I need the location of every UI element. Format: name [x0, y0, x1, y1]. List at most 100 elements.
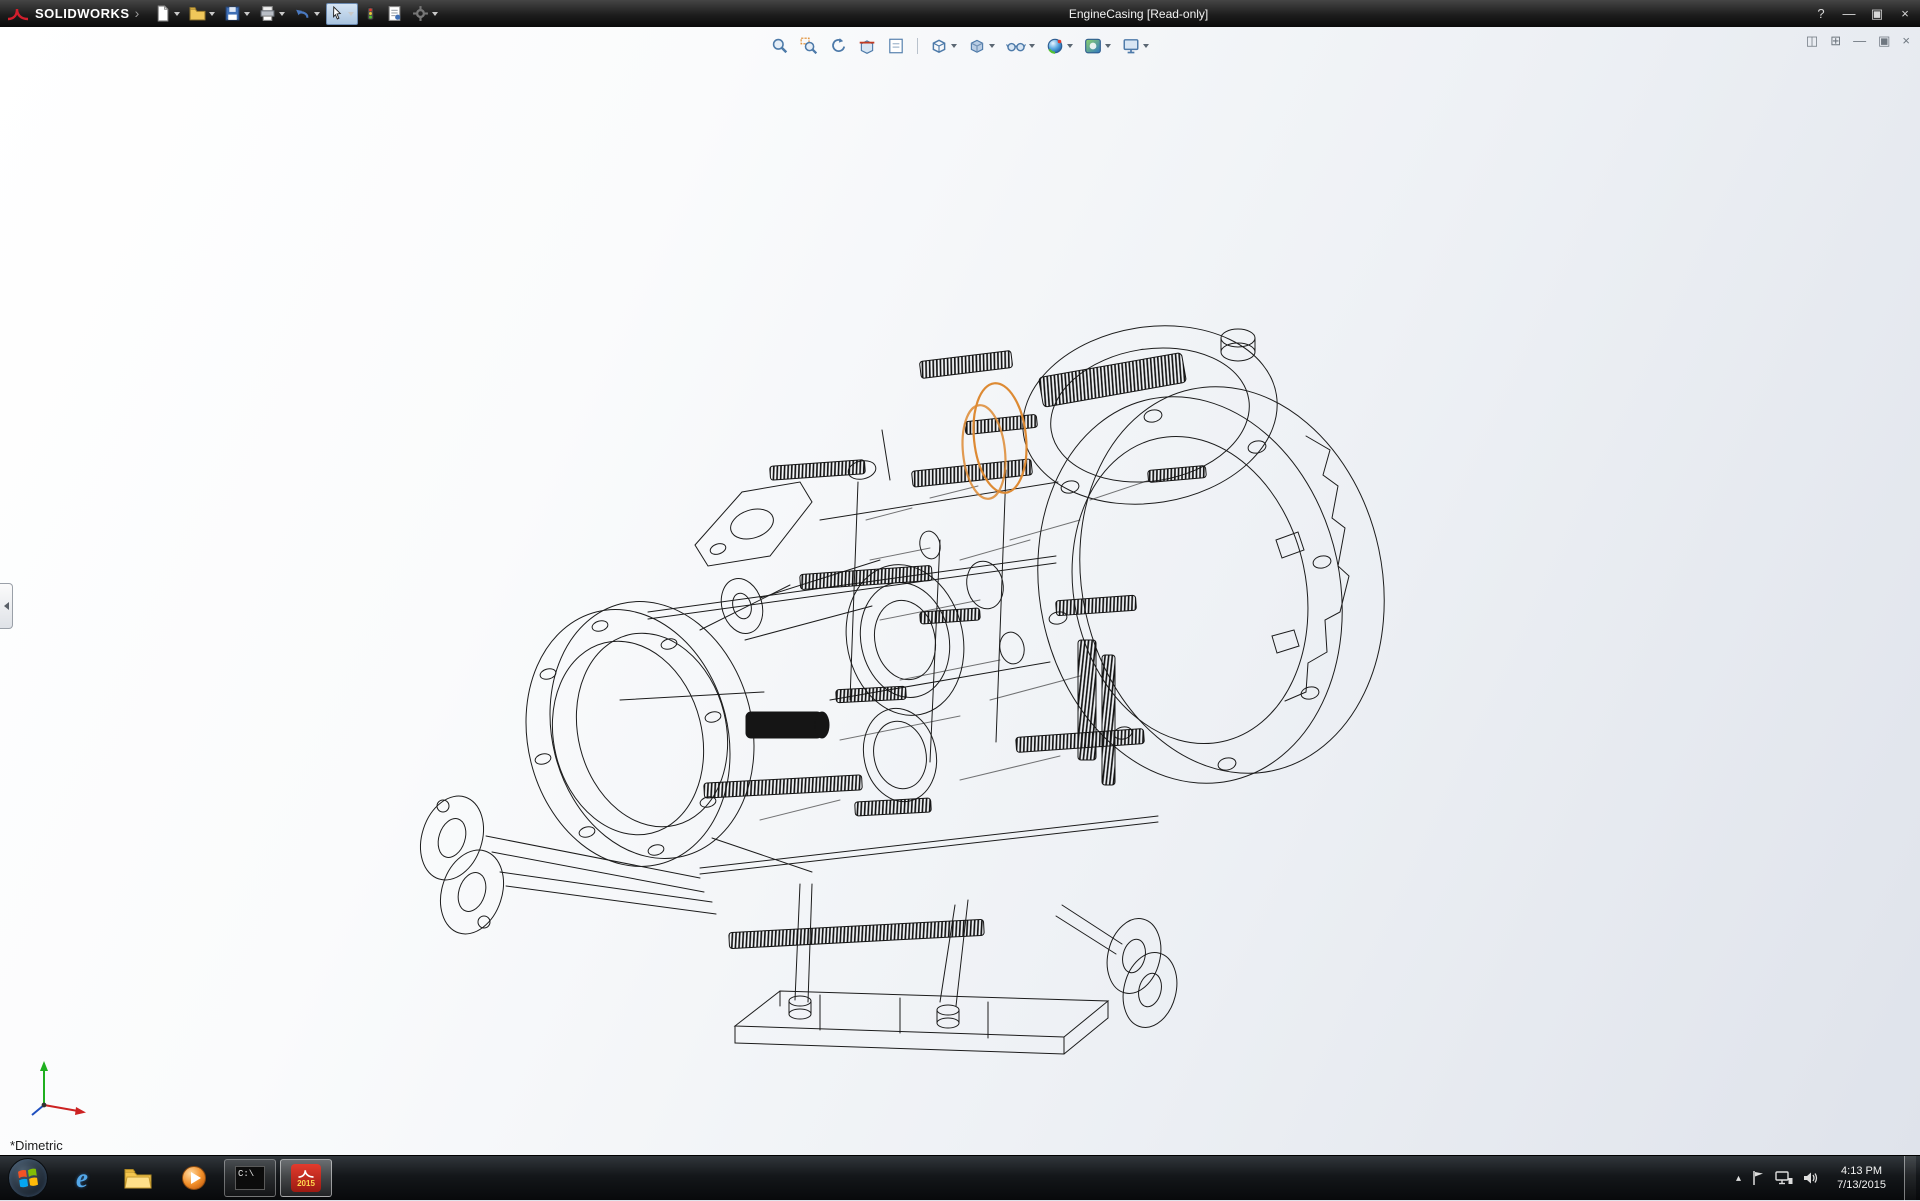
dropdown-arrow-icon[interactable] — [279, 12, 285, 16]
close-document-button[interactable]: × — [1902, 33, 1910, 49]
help-button[interactable]: ? — [1812, 0, 1830, 27]
taskbar-app-windows-explorer[interactable] — [112, 1159, 164, 1197]
engine-casing-wireframe-model[interactable] — [0, 27, 1920, 1155]
logo-chevron-icon: › — [135, 5, 140, 21]
new-button[interactable] — [151, 3, 183, 25]
mounting-base — [735, 991, 1108, 1054]
options-button[interactable] — [409, 3, 441, 25]
file-properties-icon — [386, 5, 403, 22]
dynamic-annotation-views-button[interactable] — [885, 35, 907, 57]
close-window-button[interactable]: × — [1896, 0, 1914, 27]
network-icon[interactable] — [1775, 1170, 1793, 1186]
solidworks-version-badge: 2015 — [297, 1180, 315, 1188]
taskbar-app-command-prompt[interactable]: C:\ — [224, 1159, 276, 1197]
section-view-icon — [858, 37, 876, 55]
document-title: EngineCasing [Read-only] — [1069, 7, 1208, 21]
previous-view-icon — [829, 37, 847, 55]
window-controls: ? — ▣ × — [1812, 0, 1914, 27]
main-body — [620, 430, 1158, 1006]
open-folder-icon — [189, 5, 206, 22]
app-logo: SOLIDWORKS › — [0, 0, 151, 27]
dropdown-arrow-icon[interactable] — [432, 12, 438, 16]
rebuild-traffic-light-icon — [364, 5, 377, 22]
taskbar-clock[interactable]: 4:13 PM 7/13/2015 — [1829, 1164, 1894, 1192]
print-button[interactable] — [256, 3, 288, 25]
dropdown-arrow-icon[interactable] — [348, 12, 354, 16]
minimize-document-button[interactable]: — — [1853, 33, 1866, 49]
dropdown-arrow-icon[interactable] — [244, 12, 250, 16]
rebuild-button[interactable] — [361, 3, 380, 25]
dropdown-arrow-icon[interactable] — [1105, 44, 1111, 48]
command-prompt-icon: C:\ — [235, 1166, 265, 1190]
collapse-arrow-icon — [4, 602, 9, 610]
file-properties-button[interactable] — [383, 3, 406, 25]
print-icon — [259, 5, 276, 22]
lower-left-rods — [410, 788, 716, 942]
brand-text: SOLIDWORKS — [35, 6, 130, 21]
taskbar-app-solidworks-2015[interactable]: 2015 — [280, 1159, 332, 1197]
minimize-window-button[interactable]: — — [1840, 0, 1858, 27]
view-orientation-cube-icon — [930, 37, 948, 55]
toolbar-separator — [917, 38, 918, 54]
section-view-button[interactable] — [856, 35, 878, 57]
options-gear-icon — [412, 5, 429, 22]
view-settings-button[interactable] — [1120, 35, 1151, 57]
undo-button[interactable] — [291, 3, 323, 25]
orientation-triad — [16, 1047, 96, 1127]
dropdown-arrow-icon[interactable] — [314, 12, 320, 16]
apply-scene-icon — [1084, 37, 1102, 55]
media-player-icon — [180, 1164, 208, 1192]
zoom-to-area-icon — [800, 37, 818, 55]
select-button[interactable] — [326, 3, 358, 25]
action-center-flag-icon[interactable] — [1751, 1170, 1765, 1186]
view-settings-icon — [1122, 37, 1140, 55]
headsup-view-toolbar — [769, 35, 1151, 57]
volume-icon[interactable] — [1803, 1170, 1819, 1186]
clock-date: 7/13/2015 — [1837, 1178, 1886, 1192]
dropdown-arrow-icon[interactable] — [951, 44, 957, 48]
featuremanager-collapse-tab[interactable] — [0, 583, 13, 629]
tile-windows-button[interactable]: ⊞ — [1830, 33, 1841, 49]
solidworks-app-icon: 2015 — [291, 1164, 321, 1192]
taskbar-app-media-player[interactable] — [168, 1159, 220, 1197]
show-desktop-button[interactable] — [1904, 1156, 1916, 1201]
restore-document-button[interactable]: ▣ — [1878, 33, 1890, 49]
open-button[interactable] — [186, 3, 218, 25]
dropdown-arrow-icon[interactable] — [1067, 44, 1073, 48]
dropdown-arrow-icon[interactable] — [174, 12, 180, 16]
previous-view-button[interactable] — [827, 35, 849, 57]
taskbar: e C:\ 2015 ▴ — [0, 1155, 1920, 1200]
folder-icon — [123, 1166, 153, 1190]
save-icon — [224, 5, 241, 22]
system-tray: ▴ 4:13 PM 7/13/2015 — [1736, 1156, 1920, 1200]
zoom-to-area-button[interactable] — [798, 35, 820, 57]
restore-window-button[interactable]: ▣ — [1868, 0, 1886, 27]
bottom-right-bracket — [1056, 905, 1184, 1033]
selected-edge-highlight[interactable] — [958, 381, 1031, 501]
dropdown-arrow-icon[interactable] — [1143, 44, 1149, 48]
display-style-button[interactable] — [966, 35, 997, 57]
view-orientation-label: *Dimetric — [10, 1138, 63, 1153]
clock-time: 4:13 PM — [1837, 1164, 1886, 1178]
start-button[interactable] — [8, 1158, 48, 1198]
save-button[interactable] — [221, 3, 253, 25]
dropdown-arrow-icon[interactable] — [209, 12, 215, 16]
graphics-viewport[interactable]: ◫ ⊞ — ▣ × *Dimetric — [0, 27, 1920, 1155]
zoom-to-fit-button[interactable] — [769, 35, 791, 57]
apply-scene-button[interactable] — [1082, 35, 1113, 57]
taskbar-app-internet-explorer[interactable]: e — [56, 1159, 108, 1197]
zoom-to-fit-icon — [771, 37, 789, 55]
hide-show-items-button[interactable] — [1004, 35, 1037, 57]
internet-explorer-icon: e — [76, 1163, 88, 1194]
dropdown-arrow-icon[interactable] — [1029, 44, 1035, 48]
titlebar: SOLIDWORKS › — [0, 0, 1920, 27]
view-orientation-button[interactable] — [928, 35, 959, 57]
document-window-controls: ◫ ⊞ — ▣ × — [1806, 33, 1910, 49]
hidden-icons-chevron[interactable]: ▴ — [1736, 1173, 1741, 1184]
ds-logo-icon — [6, 6, 30, 22]
windows-logo-icon — [17, 1167, 39, 1189]
show-display-pane-button[interactable]: ◫ — [1806, 33, 1818, 49]
edit-appearance-button[interactable] — [1044, 35, 1075, 57]
hide-show-glasses-icon — [1006, 37, 1026, 55]
dropdown-arrow-icon[interactable] — [989, 44, 995, 48]
